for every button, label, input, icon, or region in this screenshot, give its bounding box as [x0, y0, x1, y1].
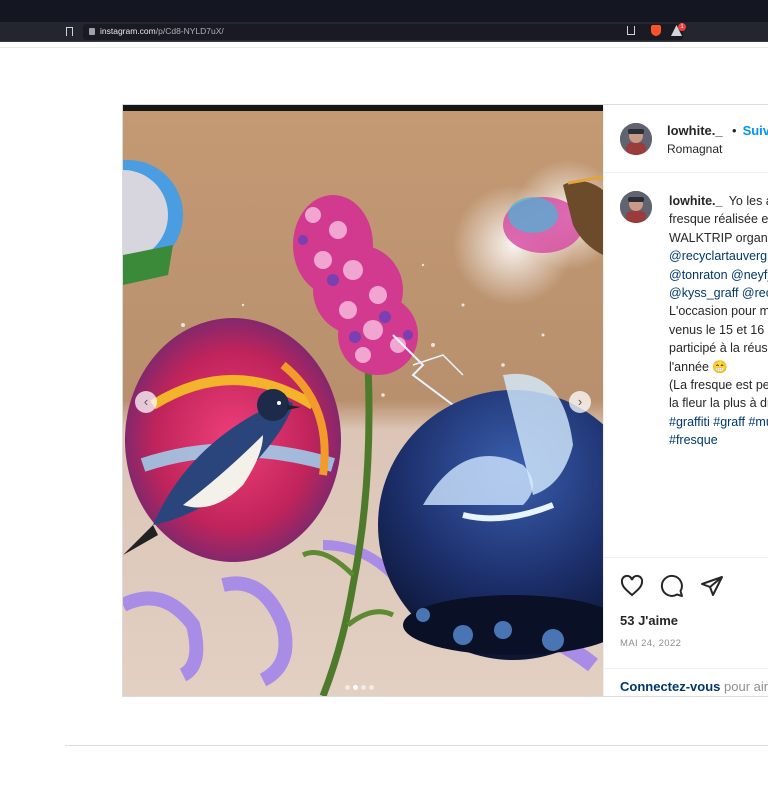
avatar[interactable]: [620, 123, 652, 155]
post-header: lowhite._ • Suivre Romagnat: [604, 105, 768, 173]
separator-dot: •: [732, 123, 737, 138]
carousel-dot-active: [353, 685, 358, 690]
login-prompt-text: pour aimer ou commenter.: [724, 679, 768, 694]
post-actions: 53 J'aime MAI 24, 2022 Connectez-vous po…: [604, 557, 768, 696]
brave-shields-icon[interactable]: [651, 25, 661, 36]
url-text[interactable]: instagram.com/p/Cd8-NYLD7uX/: [100, 26, 224, 36]
bookmark-icon[interactable]: [66, 27, 73, 36]
browser-toolbar: instagram.com/p/Cd8-NYLD7uX/ 1: [0, 22, 768, 42]
carousel-dot: [361, 685, 366, 690]
caption-avatar[interactable]: [620, 191, 652, 223]
chevron-right-icon[interactable]: ›: [569, 391, 591, 413]
carousel-dot: [345, 685, 350, 690]
page-header-divider: [0, 47, 768, 48]
login-link[interactable]: Connectez-vous: [620, 679, 720, 694]
instagram-post: ‹ › lowhite._ • Suivre Romagnat lowhite._…: [122, 104, 768, 697]
post-username[interactable]: lowhite._: [667, 123, 723, 138]
browser-tab-strip: [0, 0, 768, 22]
post-date: MAI 24, 2022: [620, 638, 682, 649]
caption-hashtags[interactable]: #graffiti #graff #mural #faunelocale #re…: [669, 415, 768, 447]
post-location[interactable]: Romagnat: [667, 142, 722, 156]
caption-mentions[interactable]: @recyclartauvergne @barredaramos @wwwdog…: [669, 249, 768, 300]
carousel-indicators: [345, 677, 377, 695]
share-page-icon[interactable]: [627, 26, 635, 35]
url-path: /p/Cd8-NYLD7uX/: [155, 26, 224, 36]
comment-bubble-icon[interactable]: [660, 574, 684, 598]
caption-username[interactable]: lowhite._: [669, 194, 722, 208]
post-caption: lowhite._ Yo les amis ! J'ai oublié de p…: [669, 192, 768, 450]
address-bar[interactable]: instagram.com/p/Cd8-NYLD7uX/: [83, 24, 683, 40]
heart-icon[interactable]: [620, 574, 644, 598]
chevron-left-icon[interactable]: ‹: [135, 391, 157, 413]
likes-count[interactable]: 53 J'aime: [620, 613, 678, 628]
login-prompt: Connectez-vous pour aimer ou commenter.: [604, 668, 768, 696]
page-section-divider: [65, 745, 768, 746]
follow-button[interactable]: • Suivre: [732, 123, 768, 138]
notification-badge: 1: [678, 23, 686, 31]
url-host: instagram.com: [100, 26, 156, 36]
follow-label: Suivre: [742, 123, 768, 138]
mural-photo: [123, 105, 603, 696]
lock-icon[interactable]: [89, 28, 95, 35]
carousel-dot: [369, 685, 374, 690]
caption-body: L'occasion pour moi de remercier tout ce…: [669, 304, 768, 411]
post-image-carousel[interactable]: ‹ ›: [123, 105, 603, 696]
comments-section[interactable]: lowhite._ Yo les amis ! J'ai oublié de p…: [604, 174, 768, 556]
post-sidebar: lowhite._ • Suivre Romagnat lowhite._ Yo …: [603, 105, 768, 696]
paper-plane-icon[interactable]: [700, 574, 724, 598]
